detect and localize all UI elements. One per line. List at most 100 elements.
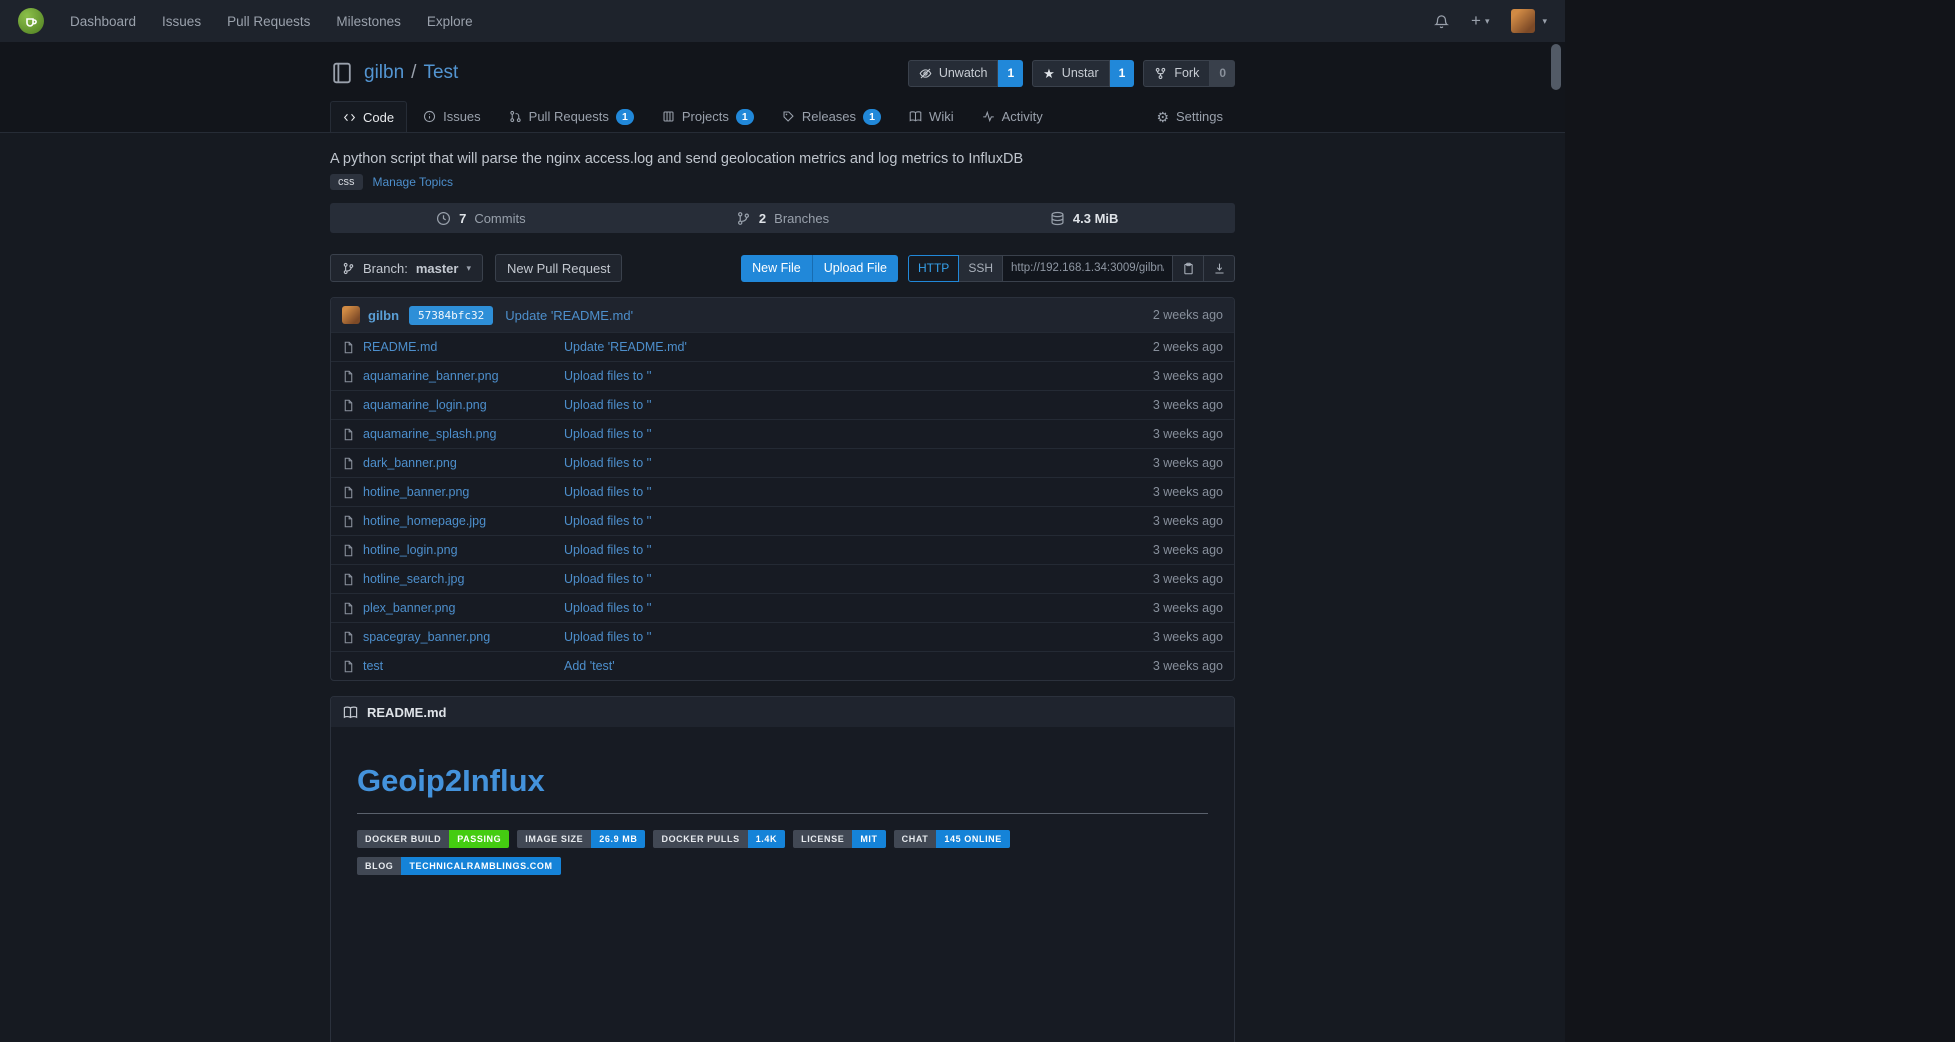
file-name-cell: dark_banner.png [342,456,564,470]
branch-name: master [416,261,459,276]
file-name-link[interactable]: README.md [363,340,437,354]
pulse-icon [982,110,995,123]
new-pull-request-button[interactable]: New Pull Request [495,254,622,282]
gitea-logo[interactable] [18,8,44,34]
bell-icon[interactable] [1434,14,1449,29]
tab-label: Activity [1002,109,1043,124]
commit-message-link[interactable]: Upload files to '' [564,630,1093,644]
fork-button[interactable]: Fork [1143,60,1210,87]
tab-pull-requests[interactable]: Pull Requests 1 [497,101,646,132]
file-name-cell: aquamarine_banner.png [342,369,564,383]
manage-topics-link[interactable]: Manage Topics [373,175,454,189]
ssh-toggle-button[interactable]: SSH [959,255,1003,282]
file-icon [342,486,355,499]
commit-author-link[interactable]: gilbn [368,308,399,323]
commit-message-link[interactable]: Upload files to '' [564,485,1093,499]
badge-label: BLOG [357,857,401,875]
branch-selector[interactable]: Branch: master ▾ [330,254,483,282]
clock-icon [436,211,451,226]
tab-code[interactable]: Code [330,101,407,132]
commit-message-link[interactable]: Update 'README.md' [564,340,1093,354]
nav-issues[interactable]: Issues [162,14,201,29]
toolbar-right: New File Upload File HTTP SSH [741,255,1235,282]
commit-message-link[interactable]: Upload files to '' [564,572,1093,586]
commit-message-link[interactable]: Upload files to '' [564,601,1093,615]
badge-label: IMAGE SIZE [517,830,591,848]
unstar-button[interactable]: ★ Unstar [1032,60,1109,87]
commit-hash-badge[interactable]: 57384bfc32 [409,306,493,325]
vertical-scrollbar-thumb[interactable] [1551,44,1561,90]
repo-name-link[interactable]: Test [423,62,458,83]
nav-explore[interactable]: Explore [427,14,473,29]
new-file-button[interactable]: New File [741,255,813,282]
file-name-link[interactable]: hotline_login.png [363,543,458,557]
tab-settings[interactable]: ⚙ Settings [1144,101,1235,132]
commits-label: Commits [474,211,525,226]
unwatch-label: Unwatch [939,66,988,80]
browser-viewport: Dashboard Issues Pull Requests Milestone… [0,0,1565,1042]
commit-message-link[interactable]: Upload files to '' [564,456,1093,470]
repo-owner-link[interactable]: gilbn [364,62,404,83]
forks-count[interactable]: 0 [1210,60,1235,87]
file-name-link[interactable]: aquamarine_login.png [363,398,487,412]
star-group: ★ Unstar 1 [1032,60,1134,87]
copy-url-button[interactable] [1173,255,1204,282]
file-name-link[interactable]: hotline_homepage.jpg [363,514,486,528]
clone-url-input[interactable] [1003,255,1173,282]
stars-count[interactable]: 1 [1110,60,1135,87]
tab-projects[interactable]: Projects 1 [650,101,766,132]
watch-group: Unwatch 1 [908,60,1023,87]
table-row: hotline_search.jpg Upload files to '' 3 … [331,564,1234,593]
commits-stat[interactable]: 7 Commits [330,203,632,233]
file-name-link[interactable]: hotline_search.jpg [363,572,464,586]
topic-chip-css[interactable]: css [330,174,363,190]
file-name-link[interactable]: dark_banner.png [363,456,457,470]
commit-author-avatar[interactable] [342,306,360,324]
file-icon [342,457,355,470]
commit-message-link[interactable]: Upload files to '' [564,514,1093,528]
file-name-link[interactable]: hotline_banner.png [363,485,469,499]
tab-releases[interactable]: Releases 1 [770,101,893,132]
unwatch-button[interactable]: Unwatch [908,60,999,87]
file-name-link[interactable]: aquamarine_splash.png [363,427,496,441]
file-table: gilbn 57384bfc32 Update 'README.md' 2 we… [330,297,1235,681]
branches-stat[interactable]: 2 Branches [632,203,934,233]
commit-message-link[interactable]: Upload files to '' [564,543,1093,557]
file-name-cell: hotline_banner.png [342,485,564,499]
file-age: 3 weeks ago [1093,543,1223,557]
file-name-cell: hotline_search.jpg [342,572,564,586]
commit-message-link[interactable]: Upload files to '' [564,369,1093,383]
pull-request-icon [509,110,522,123]
file-name-link[interactable]: test [363,659,383,673]
download-button[interactable] [1204,255,1235,282]
nav-dashboard[interactable]: Dashboard [70,14,136,29]
nav-milestones[interactable]: Milestones [336,14,401,29]
latest-commit-message[interactable]: Update 'README.md' [505,308,633,323]
latest-commit-age: 2 weeks ago [1153,308,1223,322]
user-menu[interactable]: ▾ [1511,9,1547,33]
readme-badge: BLOG TECHNICALRAMBLINGS.COM [357,857,561,875]
http-toggle-button[interactable]: HTTP [908,255,959,282]
tab-label: Pull Requests [529,109,609,124]
table-row: aquamarine_banner.png Upload files to ''… [331,361,1234,390]
repo-stats-bar: 7 Commits 2 Branches 4.3 MiB [330,203,1235,233]
nav-pull-requests[interactable]: Pull Requests [227,14,310,29]
watchers-count[interactable]: 1 [998,60,1023,87]
avatar[interactable] [1511,9,1535,33]
commit-message-link[interactable]: Upload files to '' [564,427,1093,441]
tab-wiki[interactable]: Wiki [897,101,966,132]
tab-activity[interactable]: Activity [970,101,1055,132]
tab-label: Projects [682,109,729,124]
tab-issues[interactable]: Issues [411,101,493,132]
commit-message-link[interactable]: Upload files to '' [564,398,1093,412]
file-name-cell: aquamarine_splash.png [342,427,564,441]
file-name-link[interactable]: spacegray_banner.png [363,630,490,644]
upload-file-button[interactable]: Upload File [813,255,898,282]
table-row: aquamarine_splash.png Upload files to ''… [331,419,1234,448]
commit-message-link[interactable]: Add 'test' [564,659,1093,673]
tab-label: Code [363,110,394,125]
file-age: 3 weeks ago [1093,514,1223,528]
file-name-link[interactable]: plex_banner.png [363,601,455,615]
file-name-link[interactable]: aquamarine_banner.png [363,369,499,383]
create-new-menu[interactable]: +▾ [1471,11,1489,31]
